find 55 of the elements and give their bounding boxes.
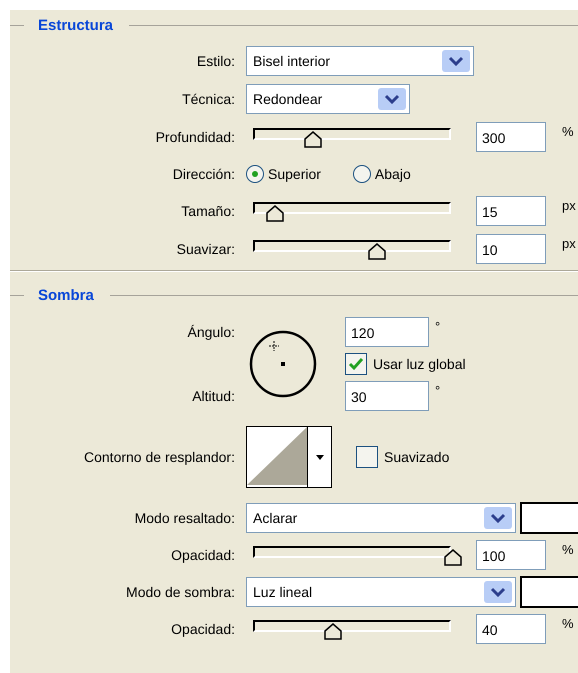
- caret-icon: [316, 454, 324, 460]
- checkbox-label: Suavizado: [384, 449, 450, 465]
- chevron-down-icon: [442, 50, 470, 72]
- slider-thumb[interactable]: [324, 622, 342, 640]
- slider-thumb[interactable]: [304, 130, 322, 148]
- field-label: Opacidad:: [170, 621, 235, 637]
- unit-label: %: [562, 124, 574, 139]
- unit-label: px: [562, 236, 576, 251]
- field-label: Altitud:: [191, 388, 235, 404]
- angle-dial[interactable]: [248, 329, 318, 399]
- number-field[interactable]: 300: [476, 122, 546, 152]
- checkbox-label: Usar luz global: [373, 356, 466, 372]
- contour-picker[interactable]: [246, 426, 332, 488]
- radio-button[interactable]: [352, 165, 371, 183]
- chevron-down-icon: [484, 581, 512, 603]
- number-field[interactable]: 40: [476, 614, 546, 644]
- slider-thumb[interactable]: [444, 548, 462, 566]
- field-label: Modo de sombra:: [125, 584, 235, 600]
- number-field[interactable]: 100: [476, 540, 546, 570]
- unit-label: °: [435, 319, 440, 334]
- field-label: Dirección:: [172, 166, 235, 182]
- field-label: Contorno de resplandor:: [83, 449, 235, 465]
- checkbox[interactable]: [356, 446, 378, 468]
- dropdown[interactable]: Luz lineal: [246, 577, 516, 607]
- field-label: Técnica:: [181, 91, 235, 107]
- field-label: Tamaño:: [180, 203, 235, 219]
- number-field[interactable]: 30: [345, 381, 429, 411]
- color-swatch[interactable]: [520, 576, 578, 608]
- section-title: Estructura: [38, 16, 114, 34]
- field-label: Profundidad:: [154, 129, 235, 145]
- slider-thumb[interactable]: [266, 204, 284, 222]
- dropdown[interactable]: Aclarar: [246, 503, 516, 533]
- chevron-down-icon: [484, 507, 512, 529]
- chevron-down-icon: [378, 88, 406, 110]
- radio-button[interactable]: [246, 165, 264, 183]
- unit-label: px: [562, 198, 576, 213]
- field-label: Ángulo:: [186, 324, 235, 340]
- unit-label: °: [435, 383, 440, 398]
- checkbox[interactable]: [345, 353, 367, 375]
- radio-label: Abajo: [374, 166, 411, 182]
- dropdown[interactable]: Bisel interior: [246, 46, 474, 76]
- slider-thumb[interactable]: [368, 242, 386, 260]
- dropdown[interactable]: Redondear: [246, 84, 410, 114]
- field-label: Estilo:: [196, 53, 235, 69]
- field-label: Suavizar:: [176, 241, 235, 257]
- number-field[interactable]: 120: [345, 317, 429, 347]
- radio-label: Superior: [268, 166, 321, 182]
- field-label: Opacidad:: [170, 547, 235, 563]
- number-field[interactable]: 10: [476, 234, 546, 264]
- field-label: Modo resaltado:: [134, 510, 235, 526]
- unit-label: %: [562, 616, 574, 631]
- section-title: Sombra: [38, 286, 94, 304]
- color-swatch[interactable]: [520, 502, 578, 534]
- number-field[interactable]: 15: [476, 196, 546, 226]
- unit-label: %: [562, 542, 574, 557]
